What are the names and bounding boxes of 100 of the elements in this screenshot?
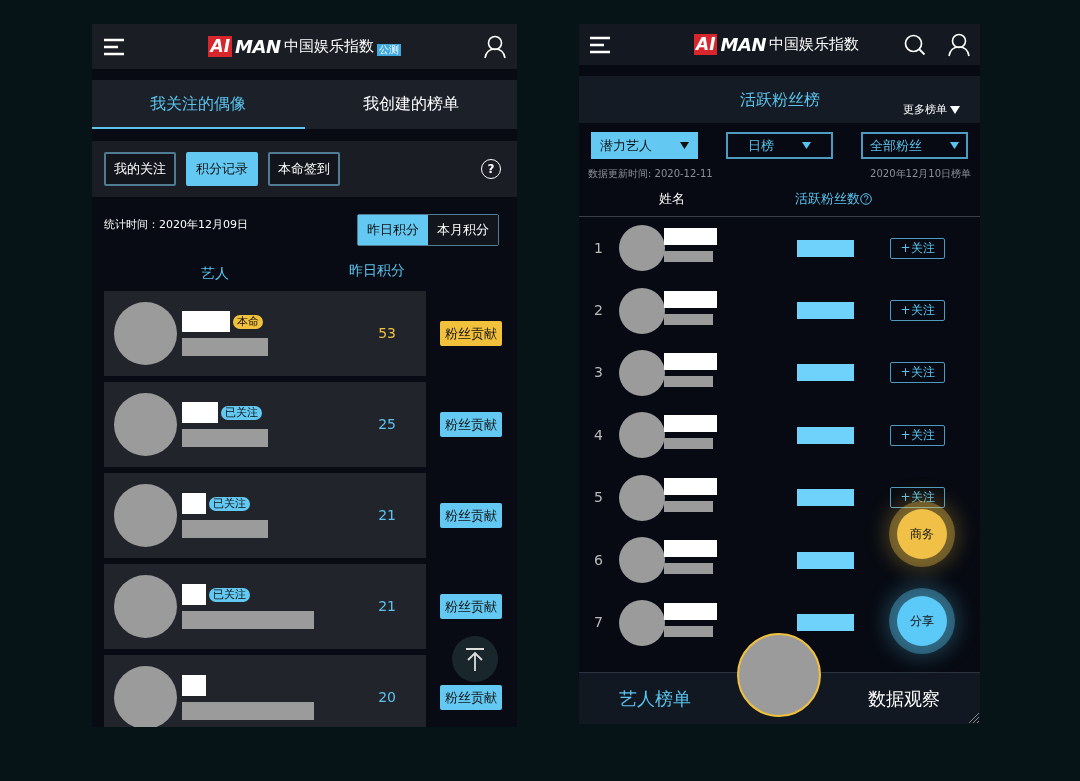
board-title: 活跃粉丝榜: [739, 88, 820, 111]
avatar: [619, 349, 665, 396]
follow-button[interactable]: +关注: [890, 300, 945, 322]
dropdown[interactable]: 日榜: [726, 132, 833, 159]
count-redaction: [797, 551, 854, 569]
info-redaction: [664, 625, 713, 637]
status-badge: 已关注: [209, 587, 250, 602]
resize-grip-icon[interactable]: [967, 711, 979, 723]
period-tab[interactable]: 昨日积分: [358, 215, 428, 245]
avatar: [619, 599, 665, 646]
name-redaction: [182, 675, 206, 696]
more-boards-button[interactable]: 更多榜单: [903, 101, 960, 118]
rank: 6: [594, 550, 604, 570]
count-redaction: [797, 302, 854, 320]
avatar: [114, 666, 177, 727]
count-redaction: [797, 614, 854, 632]
info-redaction: [664, 375, 713, 387]
list-date: 2020年12月10日榜单: [870, 167, 971, 181]
info-redaction: [664, 438, 713, 450]
name-redaction: [664, 477, 717, 495]
info-redaction: [664, 313, 713, 325]
status-badge: 本命: [233, 314, 263, 329]
user-icon[interactable]: [948, 32, 970, 57]
avatar: [619, 225, 665, 272]
menu-icon[interactable]: [103, 37, 125, 56]
rank: 7: [594, 613, 604, 633]
name-redaction: [182, 311, 230, 332]
score: 21: [378, 506, 396, 525]
logo-mark: AI: [208, 36, 232, 57]
column-header: 艺人: [199, 264, 230, 282]
user-icon[interactable]: [484, 34, 506, 59]
tab[interactable]: 我关注的偶像: [92, 80, 305, 129]
follow-button[interactable]: +关注: [890, 487, 945, 509]
follow-button[interactable]: +关注: [890, 424, 945, 446]
avatar: [619, 412, 665, 459]
column-header: 活跃粉丝数: [795, 189, 860, 208]
status-badge: 已关注: [209, 496, 250, 511]
contribution-button[interactable]: 粉丝贡献: [440, 503, 502, 528]
app-title: 中国娱乐指数: [283, 36, 374, 57]
contribution-button[interactable]: 粉丝贡献: [440, 321, 502, 346]
filter-button[interactable]: 我的关注: [104, 152, 176, 186]
count-redaction: [797, 426, 854, 444]
info-redaction: [664, 563, 713, 575]
score: 53: [378, 324, 396, 343]
search-icon[interactable]: [904, 33, 926, 56]
dropdown[interactable]: 潜力艺人: [591, 132, 698, 159]
avatar: [619, 287, 665, 334]
status-badge: 已关注: [221, 405, 262, 420]
count-redaction: [797, 239, 854, 257]
avatar: [619, 537, 665, 584]
caret-icon: [950, 105, 960, 114]
column-header: 姓名: [659, 189, 685, 208]
column-header: 昨日积分: [348, 261, 406, 280]
menu-icon[interactable]: [589, 35, 611, 54]
rank: 4: [594, 425, 604, 445]
caret-icon: [680, 142, 689, 149]
filter-button[interactable]: 积分记录: [186, 152, 258, 186]
filter-button[interactable]: 本命签到: [268, 152, 340, 186]
name-redaction: [182, 584, 206, 605]
logo-mark: AI: [693, 34, 718, 55]
logo-text: MAN: [720, 34, 766, 55]
score: 25: [378, 415, 396, 434]
name-redaction: [664, 352, 717, 370]
name-redaction: [664, 290, 717, 308]
back-to-top-button[interactable]: [452, 636, 498, 682]
rank: 3: [594, 363, 604, 383]
name-redaction: [182, 402, 218, 423]
avatar: [619, 474, 665, 521]
info-redaction: [664, 500, 713, 512]
caret-icon: [950, 142, 959, 149]
follow-button[interactable]: +关注: [890, 237, 945, 259]
score: 20: [378, 688, 396, 707]
name-redaction: [664, 415, 717, 433]
rank: 1: [594, 238, 604, 258]
follow-button[interactable]: +关注: [890, 362, 945, 384]
dropdown[interactable]: 全部粉丝: [861, 132, 968, 159]
caret-icon: [802, 142, 811, 149]
contribution-button[interactable]: 粉丝贡献: [440, 594, 502, 619]
name-redaction: [664, 540, 717, 558]
name-redaction: [664, 228, 717, 246]
stat-time: 统计时间：2020年12月09日: [104, 217, 248, 233]
rank: 5: [594, 488, 604, 508]
count-redaction: [797, 489, 854, 507]
period-tab[interactable]: 本月积分: [428, 215, 498, 245]
update-time: 数据更新时间: 2020-12-11: [588, 167, 713, 181]
app-title: 中国娱乐指数: [769, 34, 859, 55]
logo-text: MAN: [234, 36, 281, 57]
help-icon[interactable]: [860, 192, 872, 205]
nav-tab[interactable]: 数据观察: [868, 685, 940, 712]
nav-tab[interactable]: 艺人榜单: [619, 685, 691, 712]
contribution-button[interactable]: 粉丝贡献: [440, 412, 502, 437]
rank: 2: [594, 301, 604, 321]
floating-button[interactable]: 分享: [897, 596, 947, 646]
contribution-button[interactable]: 粉丝贡献: [440, 685, 502, 710]
floating-button[interactable]: 商务: [897, 509, 947, 559]
info-redaction: [664, 251, 713, 263]
score: 21: [378, 597, 396, 616]
beta-badge: 公测: [376, 44, 401, 56]
count-redaction: [797, 364, 854, 382]
tab[interactable]: 我创建的榜单: [304, 80, 517, 129]
